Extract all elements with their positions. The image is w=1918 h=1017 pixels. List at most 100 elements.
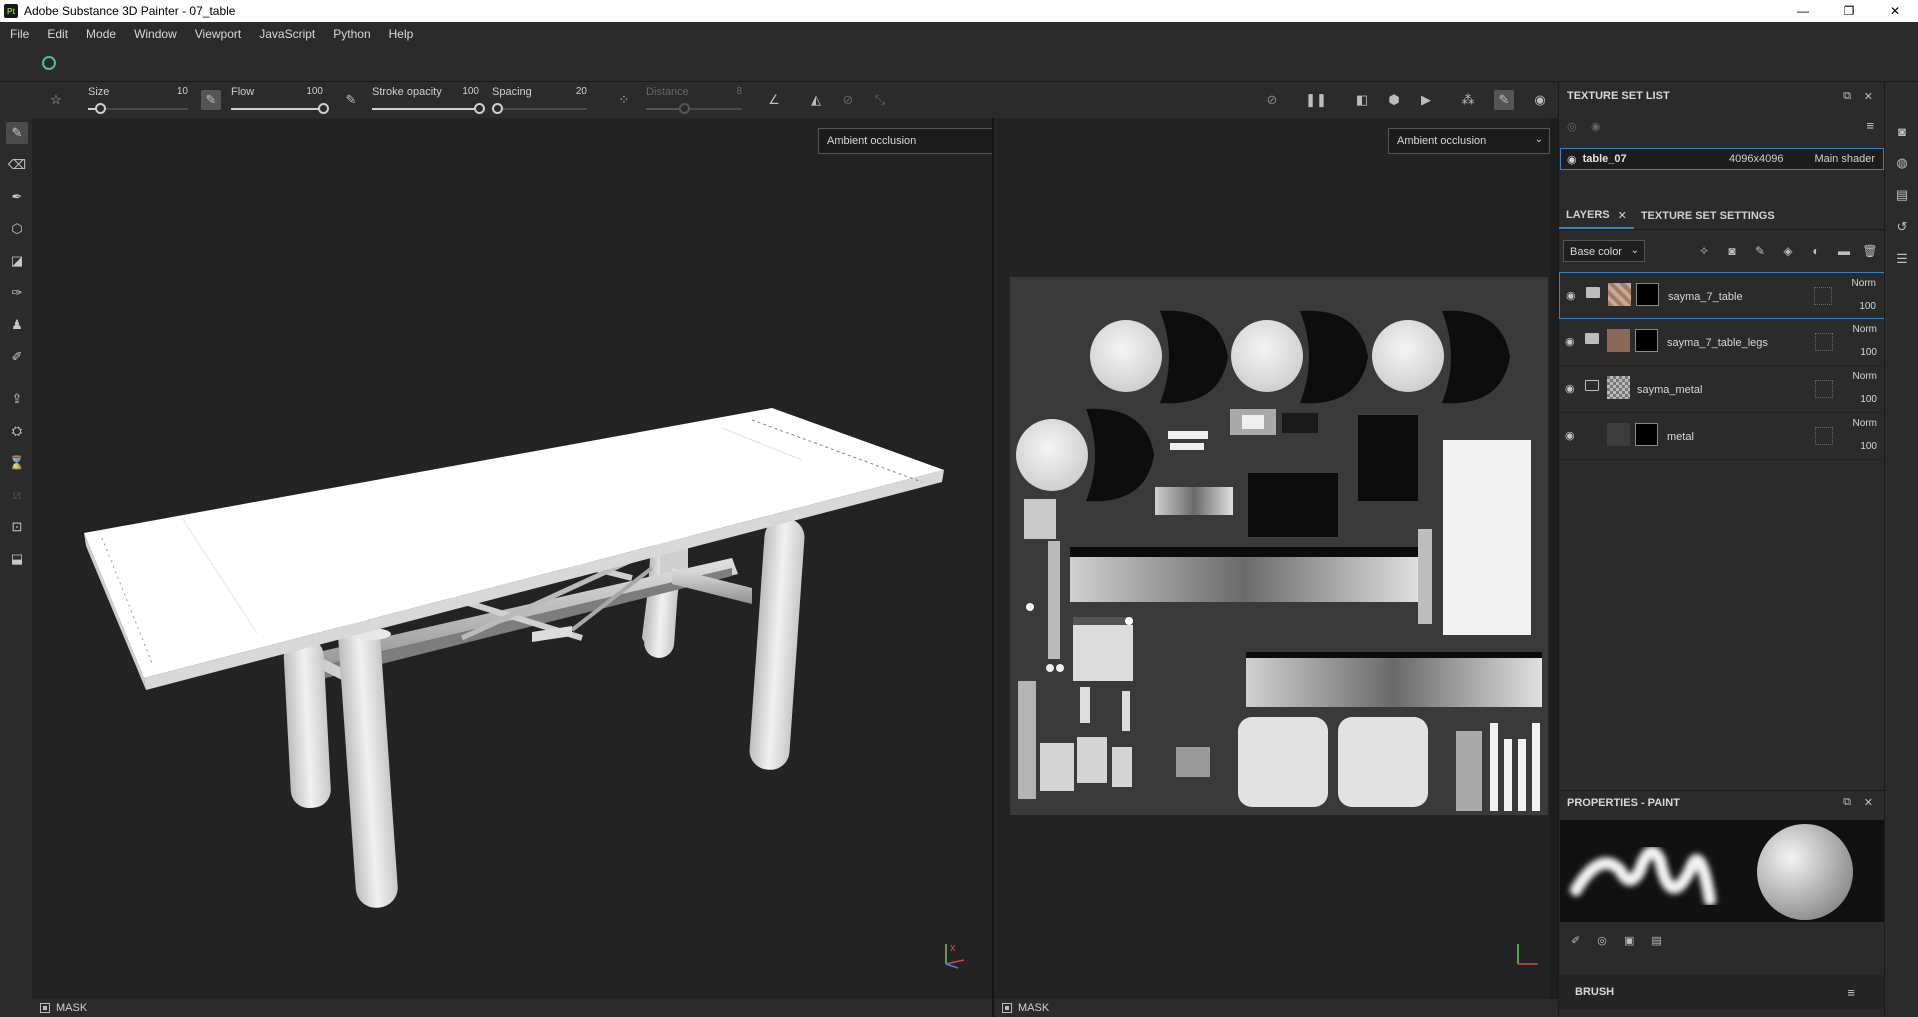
tab-texture-set-settings[interactable]: TEXTURE SET SETTINGS [1634,203,1782,229]
layer-row[interactable]: ◉ sayma_7_table Norm 100 [1559,272,1885,319]
menu-edit[interactable]: Edit [47,27,68,41]
paint-brush-icon[interactable]: ✎ [6,122,28,144]
split-view-icon[interactable]: ◧ [1352,90,1372,110]
close-panel-icon[interactable]: ✕ [1864,796,1873,809]
menu-viewport[interactable]: Viewport [195,27,241,41]
size-slider[interactable]: Size 10 [88,82,188,118]
pressure-flow-icon[interactable]: ✎ [341,90,361,110]
layer-row[interactable]: ◉ metal Norm 100 [1559,413,1885,460]
close-window-button[interactable]: ✕ [1872,0,1918,22]
bake-mesh-icon[interactable]: ⛭ [6,420,28,442]
eraser-icon[interactable]: ⌫ [6,154,28,176]
channel-dropdown[interactable]: Base color ⌄ [1563,240,1645,262]
viewport-2d[interactable]: Ambient occlusion ⌄ [994,118,1550,999]
menu-javascript[interactable]: JavaScript [259,27,315,41]
visibility-off-icon[interactable]: ◎ [1567,120,1577,133]
brush-section-header[interactable]: BRUSH ≡ [1559,975,1885,1009]
shelf-icon[interactable]: ▤ [1893,186,1911,204]
polygon-fill-icon[interactable]: ◪ [6,250,28,272]
hide-cursor-icon[interactable]: ⊘ [1262,90,1282,110]
layer-blend-mode[interactable]: Norm [1852,278,1876,289]
distance-slider[interactable]: Distance 8 [646,82,742,118]
menu-mode[interactable]: Mode [86,27,116,41]
list-menu-icon[interactable]: ≡ [1866,118,1874,133]
material-icon[interactable]: ▤ [1651,935,1661,947]
mask-toggle-icon[interactable] [1002,1003,1012,1013]
layer-opacity[interactable]: 100 [1859,301,1876,312]
texture-set-row[interactable]: ◉ table_07 4096x4096 Main shader [1560,148,1884,170]
hourglass-icon[interactable]: ⌛ [6,452,28,474]
close-tab-icon[interactable]: ✕ [1618,209,1627,222]
alpha-icon[interactable]: ◎ [1597,935,1607,947]
tab-layers[interactable]: LAYERS ✕ [1559,203,1634,229]
pressure-size-icon[interactable]: ✎ [201,90,221,110]
brush-menu-icon[interactable]: ≡ [1847,985,1855,1000]
menu-python[interactable]: Python [333,27,370,41]
transform-icon[interactable]: ⤡ [870,90,890,110]
geometry-fill-icon[interactable]: ⬡ [6,218,28,240]
lazy-mouse-icon[interactable]: ⁘ [614,90,634,110]
log-icon[interactable]: ☰ [1893,250,1911,268]
stroke-opacity-value: 100 [462,86,479,97]
environment-icon[interactable]: ◍ [1893,154,1911,172]
flow-slider[interactable]: Flow 100 [231,82,329,118]
brush-param-icon[interactable]: ✐ [1571,935,1580,947]
pause-icon[interactable]: ❚❚ [1305,90,1327,110]
add-effect-icon[interactable]: ✧ [1695,242,1713,260]
stroke-opacity-slider[interactable]: Stroke opacity 100 [372,82,485,118]
symmetry-brush-icon[interactable]: ☆ [46,90,66,110]
smudge-icon[interactable]: ✑ [6,282,28,304]
layer-opacity[interactable]: 100 [1860,441,1877,452]
close-panel-icon[interactable]: ✕ [1864,90,1873,103]
layer-blend-mode[interactable]: Norm [1853,418,1877,429]
mirror-icon[interactable]: ⊘ [838,90,858,110]
camera-icon[interactable]: ▶ [1416,90,1436,110]
mesh-icon[interactable]: ⬓ [6,548,28,570]
add-fill-layer-icon[interactable]: ◈ [1779,242,1797,260]
menu-window[interactable]: Window [134,27,177,41]
paint-mode-icon[interactable]: ✎ [1494,90,1514,110]
layer-opacity[interactable]: 100 [1860,394,1877,405]
float-panel-icon[interactable]: ⧉ [1843,796,1851,809]
float-panel-icon[interactable]: ⧉ [1843,90,1851,103]
eye-icon[interactable]: ◉ [1565,335,1575,348]
viewport-3d[interactable]: Ambient occlusion ⌄ [32,118,1014,999]
bake-export-icon[interactable]: ⇪ [6,388,28,410]
history-icon[interactable]: ↺ [1893,218,1911,236]
add-material-icon[interactable]: ◐ [1807,242,1825,260]
layer-blend-mode[interactable]: Norm [1853,324,1877,335]
symmetry-icon[interactable]: ◭ [806,90,826,110]
eye-icon[interactable]: ◉ [1565,429,1575,442]
visibility-on-icon[interactable]: ◉ [1591,120,1601,133]
layer-row[interactable]: ◉ sayma_7_table_legs Norm 100 [1559,319,1885,366]
menu-help[interactable]: Help [389,27,414,41]
add-mask-icon[interactable]: ◙ [1723,242,1741,260]
projection-icon[interactable]: ✒ [6,186,28,208]
clone-stamp-icon[interactable]: ♟ [6,314,28,336]
angle-icon[interactable]: ∠ [764,90,784,110]
eye-icon[interactable]: ◉ [1566,289,1576,302]
plugin-icon[interactable] [42,56,56,70]
delete-layer-icon[interactable]: 🗑 [1861,242,1879,260]
measure-icon[interactable]: ⊡ [6,516,28,538]
display-settings-icon[interactable]: ◙ [1893,122,1911,140]
eye-icon[interactable]: ◉ [1565,382,1575,395]
layer-opacity[interactable]: 100 [1860,347,1877,358]
uv-icon[interactable]: ⧄ [6,484,28,506]
layer-row[interactable]: ◉ sayma_metal Norm 100 [1559,366,1885,413]
eye-icon[interactable]: ◉ [1567,153,1577,166]
settings-spray-icon[interactable]: ⁂ [1458,90,1478,110]
color-picker-icon[interactable]: ✐ [6,346,28,368]
viewport-2d-channel-dropdown[interactable]: Ambient occlusion ⌄ [1388,128,1550,154]
menu-file[interactable]: File [10,27,29,41]
maximize-button[interactable]: ❐ [1826,0,1872,22]
spacing-slider[interactable]: Spacing 20 [491,82,587,118]
add-paint-layer-icon[interactable]: ✎ [1751,242,1769,260]
mask-toggle-icon[interactable] [40,1003,50,1013]
cube-view-icon[interactable]: ⬢ [1384,90,1404,110]
screenshot-icon[interactable]: ◉ [1530,90,1550,110]
add-folder-icon[interactable]: ▬ [1835,242,1853,260]
layer-blend-mode[interactable]: Norm [1853,371,1877,382]
minimize-button[interactable]: — [1780,0,1826,22]
stencil-icon[interactable]: ▣ [1624,935,1634,947]
